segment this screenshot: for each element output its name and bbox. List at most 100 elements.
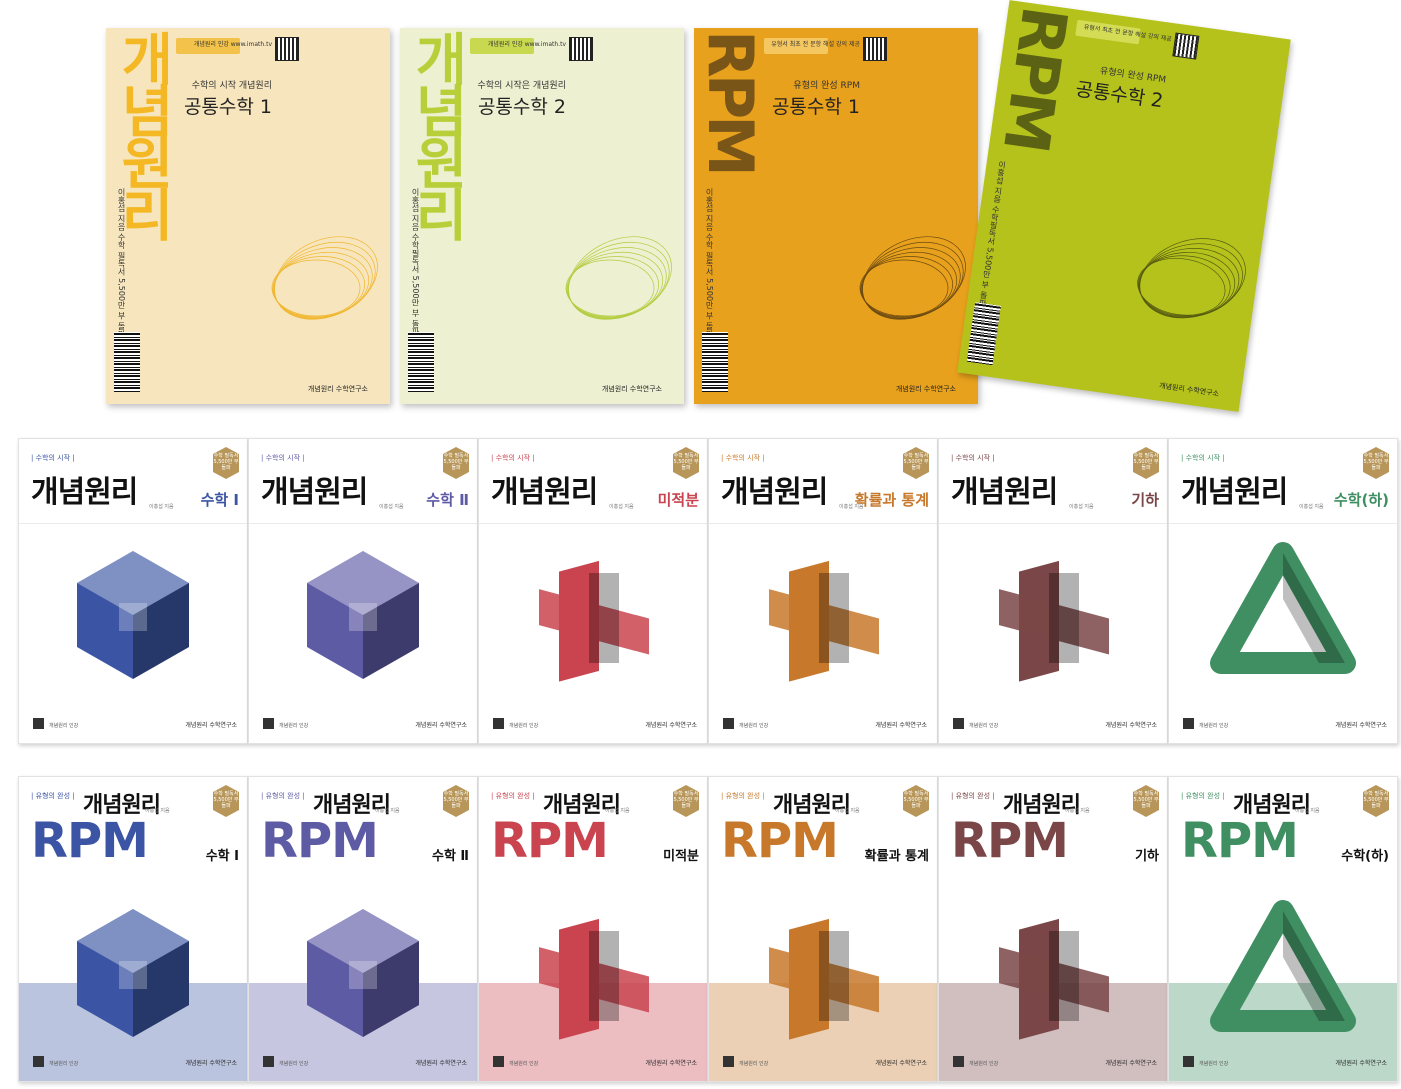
tagline: 수학의 시작 개념원리 bbox=[191, 81, 272, 91]
book-cover-concept-5[interactable]: | 수학의 시작 | 개념원리 이홍섭 지음 수학 필독서 5,500만 부 돌파 수학… bbox=[1168, 438, 1398, 744]
bestseller-seal-icon: 수학 필독서 5,500만 부 돌파 bbox=[903, 447, 929, 479]
brand-title: 개념원리 bbox=[721, 475, 828, 510]
series-tag: | 유형의 완성 | bbox=[31, 792, 75, 800]
book-cover-rpm-3[interactable]: | 유형의 완성 | 개념원리 이홍섭 지음 수학 필독서 5,500만 부 돌파 RP… bbox=[708, 776, 938, 1082]
publisher-logo: 개념원리 수학연구소 bbox=[1105, 1060, 1157, 1067]
cross-illustration bbox=[769, 560, 879, 682]
cross-illustration bbox=[539, 918, 649, 1040]
qr-label: 개념원리 인강 bbox=[49, 1061, 79, 1067]
bestseller-seal-icon: 수학 필독서 5,500만 부 돌파 bbox=[1363, 447, 1389, 479]
book-cover-rpm-common-math-1[interactable]: RPM 유형서 최초 전 문항 해설 강의 제공 유형의 완성 RPM 공통수학… bbox=[694, 28, 978, 404]
qr-code-icon bbox=[33, 1056, 44, 1067]
qr-label: 개념원리 인강 bbox=[279, 1061, 309, 1067]
subject-title: 수학 Ⅰ bbox=[205, 849, 239, 864]
qr-code-icon bbox=[723, 1056, 734, 1067]
subject-title: 수학 Ⅰ bbox=[200, 491, 239, 509]
triangle-illustration bbox=[1210, 542, 1356, 674]
qr-code-icon bbox=[493, 718, 504, 729]
series-tag: | 유형의 완성 | bbox=[1181, 792, 1225, 800]
book-cover-rpm-common-math-2[interactable]: RPM 유형서 최초 전 문항 해설 강의 제공 유형의 완성 RPM 공통수학… bbox=[957, 0, 1291, 412]
subject-title: 수학 Ⅱ bbox=[426, 491, 469, 509]
qr-label: 개념원리 인강 www.imath.tv bbox=[193, 41, 272, 48]
publisher-logo: 개념원리 수학연구소 bbox=[415, 722, 467, 729]
author-label: 이홍섭 지음 bbox=[1299, 504, 1324, 510]
subject-title: 수학(하) bbox=[1333, 491, 1389, 509]
qr-label: 유형서 최초 전 문항 해설 강의 제공 bbox=[771, 41, 860, 48]
bestseller-seal-icon: 수학 필독서 5,500만 부 돌파 bbox=[213, 785, 239, 817]
publisher-logo: 개념원리 수학연구소 bbox=[1158, 381, 1220, 398]
qr-code-icon bbox=[953, 1056, 964, 1067]
cube-illustration bbox=[307, 551, 419, 679]
qr-label: 개념원리 인강 bbox=[1199, 723, 1229, 729]
book-cover-concept-1[interactable]: | 수학의 시작 | 개념원리 이홍섭 지음 수학 필독서 5,500만 부 돌파 수학… bbox=[248, 438, 478, 744]
series-tag: | 유형의 완성 | bbox=[261, 792, 305, 800]
cross-illustration bbox=[769, 918, 879, 1040]
book-cover-rpm-0[interactable]: | 유형의 완성 | 개념원리 이홍섭 지음 수학 필독서 5,500만 부 돌파 RP… bbox=[18, 776, 248, 1082]
qr-code-icon bbox=[275, 37, 299, 61]
cross-illustration bbox=[999, 918, 1109, 1040]
publisher-logo: 개념원리 수학연구소 bbox=[185, 722, 237, 729]
spine-title: RPM bbox=[694, 30, 756, 173]
book-cover-concept-2[interactable]: | 수학의 시작 | 개념원리 이홍섭 지음 수학 필독서 5,500만 부 돌파 미적… bbox=[478, 438, 708, 744]
subject-title: 수학(하) bbox=[1341, 849, 1389, 864]
barcode bbox=[114, 332, 140, 392]
author-label: 이홍섭 지음 bbox=[605, 808, 630, 814]
book-cover-rpm-2[interactable]: | 유형의 완성 | 개념원리 이홍섭 지음 수학 필독서 5,500만 부 돌파 RP… bbox=[478, 776, 708, 1082]
series-tag: | 유형의 완성 | bbox=[951, 792, 995, 800]
brand-title: 개념원리 bbox=[261, 475, 368, 510]
qr-label: 개념원리 인강 bbox=[969, 723, 999, 729]
qr-code-icon bbox=[1183, 1056, 1194, 1067]
book-cover-concept-0[interactable]: | 수학의 시작 | 개념원리 이홍섭 지음 수학 필독서 5,500만 부 돌파 수학… bbox=[18, 438, 248, 744]
qr-code-icon bbox=[569, 37, 593, 61]
author-label: 이홍섭 지음 bbox=[1295, 808, 1320, 814]
bestseller-seal-icon: 수학 필독서 5,500만 부 돌파 bbox=[673, 447, 699, 479]
author-label: 이홍섭 지음 bbox=[609, 504, 634, 510]
book-title: 공통수학 1 bbox=[183, 96, 272, 118]
book-cover-concept-4[interactable]: | 수학의 시작 | 개념원리 이홍섭 지음 수학 필독서 5,500만 부 돌파 기하… bbox=[938, 438, 1168, 744]
cross-illustration bbox=[539, 560, 649, 682]
author-label: 이홍섭 지음 bbox=[375, 808, 400, 814]
subject-title: 미적분 bbox=[657, 491, 699, 509]
book-title: 공통수학 2 bbox=[477, 96, 566, 118]
side-text: 이홍섭 지음 수학필독서 5,500만 부 돌파! bbox=[411, 188, 420, 339]
publisher-logo: 개념원리 수학연구소 bbox=[875, 1060, 927, 1067]
series-tag: | 수학의 시작 | bbox=[31, 454, 75, 462]
subject-title: 수학 Ⅱ bbox=[431, 849, 469, 864]
series-tag: | 유형의 완성 | bbox=[721, 792, 765, 800]
qr-label: 개념원리 인강 bbox=[739, 723, 769, 729]
book-cover-concept-3[interactable]: | 수학의 시작 | 개념원리 이홍섭 지음 수학 필독서 5,500만 부 돌파 확률… bbox=[708, 438, 938, 744]
publisher-logo: 개념원리 수학연구소 bbox=[645, 1060, 697, 1067]
qr-label: 개념원리 인강 bbox=[1199, 1061, 1229, 1067]
bestseller-seal-icon: 수학 필독서 5,500만 부 돌파 bbox=[1363, 785, 1389, 817]
publisher-logo: 개념원리 수학연구소 bbox=[1105, 722, 1157, 729]
cube-illustration bbox=[77, 551, 189, 679]
publisher-logo: 개념원리 수학연구소 bbox=[1335, 1060, 1387, 1067]
qr-code-icon bbox=[263, 718, 274, 729]
qr-label: 개념원리 인강 bbox=[279, 723, 309, 729]
wire-ring-illustration bbox=[565, 236, 672, 320]
brand-title: 개념원리 bbox=[951, 475, 1058, 510]
series-tag: | 수학의 시작 | bbox=[721, 454, 765, 462]
cube-illustration bbox=[307, 909, 419, 1037]
barcode bbox=[966, 302, 1001, 366]
book-cover-rpm-5[interactable]: | 유형의 완성 | 개념원리 이홍섭 지음 수학 필독서 5,500만 부 돌파 RP… bbox=[1168, 776, 1398, 1082]
publisher-logo: 개념원리 수학연구소 bbox=[895, 385, 956, 393]
qr-label: 개념원리 인강 bbox=[969, 1061, 999, 1067]
author-label: 이홍섭 지음 bbox=[1065, 808, 1090, 814]
author-label: 이홍섭 지음 bbox=[149, 504, 174, 510]
rpm-logo: RPM bbox=[491, 813, 609, 869]
qr-code-icon bbox=[953, 718, 964, 729]
publisher-logo: 개념원리 수학연구소 bbox=[645, 722, 697, 729]
book-cover-rpm-4[interactable]: | 유형의 완성 | 개념원리 이홍섭 지음 수학 필독서 5,500만 부 돌파 RP… bbox=[938, 776, 1168, 1082]
series-tag: | 수학의 시작 | bbox=[491, 454, 535, 462]
qr-code-icon bbox=[1172, 32, 1200, 60]
side-text: 이홍섭 지음 수학 필독서 5,500만 부 돌파! bbox=[705, 188, 714, 342]
bestseller-seal-icon: 수학 필독서 5,500만 부 돌파 bbox=[903, 785, 929, 817]
subject-title: 확률과 통계 bbox=[854, 491, 929, 509]
bestseller-seal-icon: 수학 필독서 5,500만 부 돌파 bbox=[1133, 785, 1159, 817]
book-cover-common-math-1[interactable]: 개념원리 개념원리 인강 www.imath.tv 수학의 시작 개념원리 공통… bbox=[106, 28, 390, 404]
book-cover-common-math-2[interactable]: 개념원리 개념원리 인강 www.imath.tv 수학의 시작은 개념원리 공… bbox=[400, 28, 684, 404]
book-cover-rpm-1[interactable]: | 유형의 완성 | 개념원리 이홍섭 지음 수학 필독서 5,500만 부 돌파 RP… bbox=[248, 776, 478, 1082]
series-tag: | 수학의 시작 | bbox=[261, 454, 305, 462]
wire-ring-illustration bbox=[1137, 238, 1246, 319]
